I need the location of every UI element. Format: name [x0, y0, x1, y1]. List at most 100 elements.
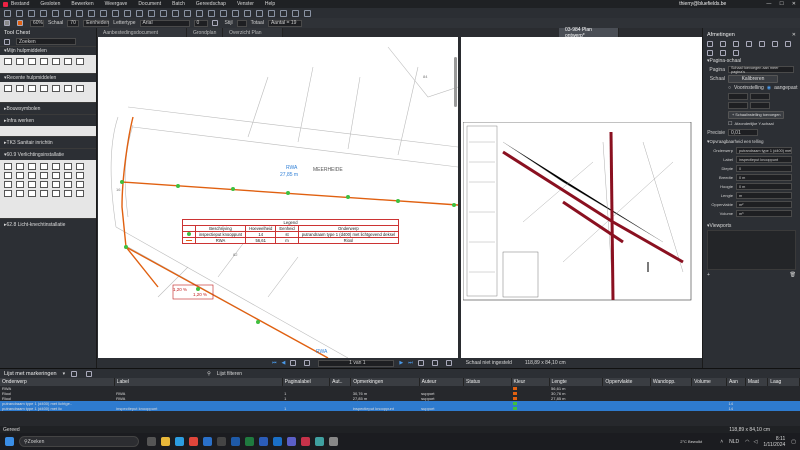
polyline-icon[interactable]	[160, 9, 167, 17]
viewports-section[interactable]: Viewports	[710, 223, 732, 229]
doc-tab[interactable]: Overzicht Plan	[223, 28, 283, 37]
pen-icon[interactable]	[124, 9, 131, 17]
line-color-icon[interactable]	[17, 20, 23, 26]
tool-icon[interactable]	[746, 40, 752, 47]
tool-item[interactable]	[4, 163, 12, 170]
tool-item[interactable]	[40, 172, 48, 179]
tool-item[interactable]	[76, 58, 84, 65]
arrow-icon[interactable]	[256, 9, 263, 17]
tool-item[interactable]	[64, 181, 72, 188]
tool-icon[interactable]	[707, 40, 713, 47]
ruler-icon[interactable]	[445, 360, 452, 366]
font-size-field[interactable]: 0	[193, 19, 208, 27]
tool-item[interactable]	[40, 190, 48, 197]
tool-item[interactable]	[52, 85, 60, 92]
count-field[interactable]: Aantal = 19	[267, 19, 302, 27]
maximize-icon[interactable]: ☐	[779, 1, 783, 7]
tool-item[interactable]	[40, 58, 48, 65]
edge-icon[interactable]	[175, 437, 184, 446]
bold-icon[interactable]	[211, 20, 218, 26]
column-header[interactable]: Aut..	[329, 378, 352, 386]
section-bouw[interactable]: ▸ Bouwsymbolen	[0, 102, 96, 114]
tool-item[interactable]	[16, 163, 24, 170]
tool-item[interactable]	[76, 163, 84, 170]
user-account[interactable]: thierry@bluefields.be	[679, 1, 726, 7]
menu-item[interactable]: Batch	[172, 1, 185, 7]
depth-section[interactable]: Opvraagbaarheid een telling	[710, 139, 764, 144]
column-header[interactable]: Oppervlakte	[602, 378, 651, 386]
settings-icon[interactable]	[71, 370, 78, 377]
windows-start-icon[interactable]	[5, 437, 14, 446]
pan-icon[interactable]	[76, 9, 83, 17]
column-header[interactable]: Wandopp.	[650, 378, 693, 386]
shape-icon[interactable]	[172, 9, 179, 17]
section-recent[interactable]: ▾ Recente hulpmiddelen	[0, 73, 96, 82]
chevron-down-icon[interactable]: ▾	[63, 371, 66, 377]
minimize-icon[interactable]: —	[766, 1, 771, 7]
style-select[interactable]	[236, 19, 247, 27]
fill-color-icon[interactable]	[4, 20, 10, 26]
app-icon[interactable]	[301, 437, 310, 446]
column-header[interactable]: Volume	[691, 378, 727, 386]
custom-radio[interactable]: ◉	[767, 85, 771, 91]
excel-icon[interactable]	[245, 437, 254, 446]
tool-item[interactable]	[64, 85, 72, 92]
column-header[interactable]: Lengte	[549, 378, 604, 386]
notifications-icon[interactable]: ▢	[791, 439, 796, 445]
tool-icon[interactable]	[733, 49, 739, 56]
tool-item[interactable]	[76, 190, 84, 197]
clock-date[interactable]: 1/11/2024	[763, 442, 785, 448]
column-header[interactable]: Auteur	[419, 378, 464, 386]
panel-close-icon[interactable]: ✕	[792, 32, 796, 38]
tool-item[interactable]	[52, 163, 60, 170]
font-select[interactable]: Arial	[139, 19, 190, 27]
app-icon[interactable]	[315, 437, 324, 446]
snapshot-icon[interactable]	[100, 9, 107, 17]
preset-radio[interactable]: ○	[728, 85, 731, 91]
tool-item[interactable]	[28, 172, 36, 179]
tool-icon[interactable]	[759, 40, 765, 47]
redo-icon[interactable]	[52, 9, 59, 17]
tool-item[interactable]	[52, 190, 60, 197]
teams-icon[interactable]	[287, 437, 296, 446]
scale-field[interactable]: 70	[67, 19, 80, 27]
last-page-icon[interactable]: ⏭	[408, 360, 413, 366]
doc-tab[interactable]: Grondplan	[187, 28, 223, 37]
column-header[interactable]: Onderwerp	[0, 378, 115, 386]
drawing-canvas[interactable]: RWA 27,85 m MEERHEIDE 84 82 16 1,20 % 1,…	[98, 37, 458, 358]
highlighter-icon[interactable]	[136, 9, 143, 17]
sync-icon[interactable]	[417, 360, 424, 366]
page-field[interactable]: 1 van 1	[318, 359, 395, 367]
scale-unit[interactable]	[750, 93, 770, 100]
column-header[interactable]: Opmerkingen	[350, 378, 420, 386]
precision-select[interactable]: 0,01	[728, 129, 758, 136]
property-value[interactable]: m	[736, 192, 792, 199]
print-icon[interactable]	[28, 9, 35, 17]
section-infra[interactable]: ▸ Infra werken	[0, 114, 96, 126]
close-icon[interactable]: ✕	[792, 1, 796, 7]
tool-item[interactable]	[28, 181, 36, 188]
select-icon[interactable]	[64, 9, 71, 17]
column-header[interactable]: Maat	[745, 378, 769, 386]
tool-item[interactable]	[16, 85, 24, 92]
property-value[interactable]: putrandraam type 1 (d400) met lichtgeven…	[736, 147, 792, 154]
property-value[interactable]: m²	[736, 201, 792, 208]
tool-item[interactable]	[40, 163, 48, 170]
tool-item[interactable]	[76, 172, 84, 179]
menu-item[interactable]: Weergave	[105, 1, 128, 7]
count-icon[interactable]	[196, 9, 203, 17]
tool-item[interactable]	[52, 181, 60, 188]
filter-icon[interactable]: ⚲	[207, 371, 211, 377]
page-scale-section[interactable]: Pagina-schaal	[710, 58, 742, 64]
tool-item[interactable]	[64, 172, 72, 179]
delete-viewport-icon[interactable]: 🗑	[790, 272, 796, 278]
prev-page-icon[interactable]: ◀	[282, 360, 286, 366]
volume-icon[interactable]: ◁	[754, 439, 758, 445]
section-licht[interactable]: ▸ 62.8 Licht-knechtinstallatie	[0, 218, 96, 230]
chrome-icon[interactable]	[189, 437, 198, 446]
lang-indicator[interactable]: NLD	[729, 439, 739, 445]
tool-item[interactable]	[64, 58, 72, 65]
overview-canvas[interactable]	[461, 37, 702, 358]
save-icon[interactable]	[16, 9, 23, 17]
section-mijn[interactable]: ▾ Mijn hulpmiddelen	[0, 46, 96, 55]
